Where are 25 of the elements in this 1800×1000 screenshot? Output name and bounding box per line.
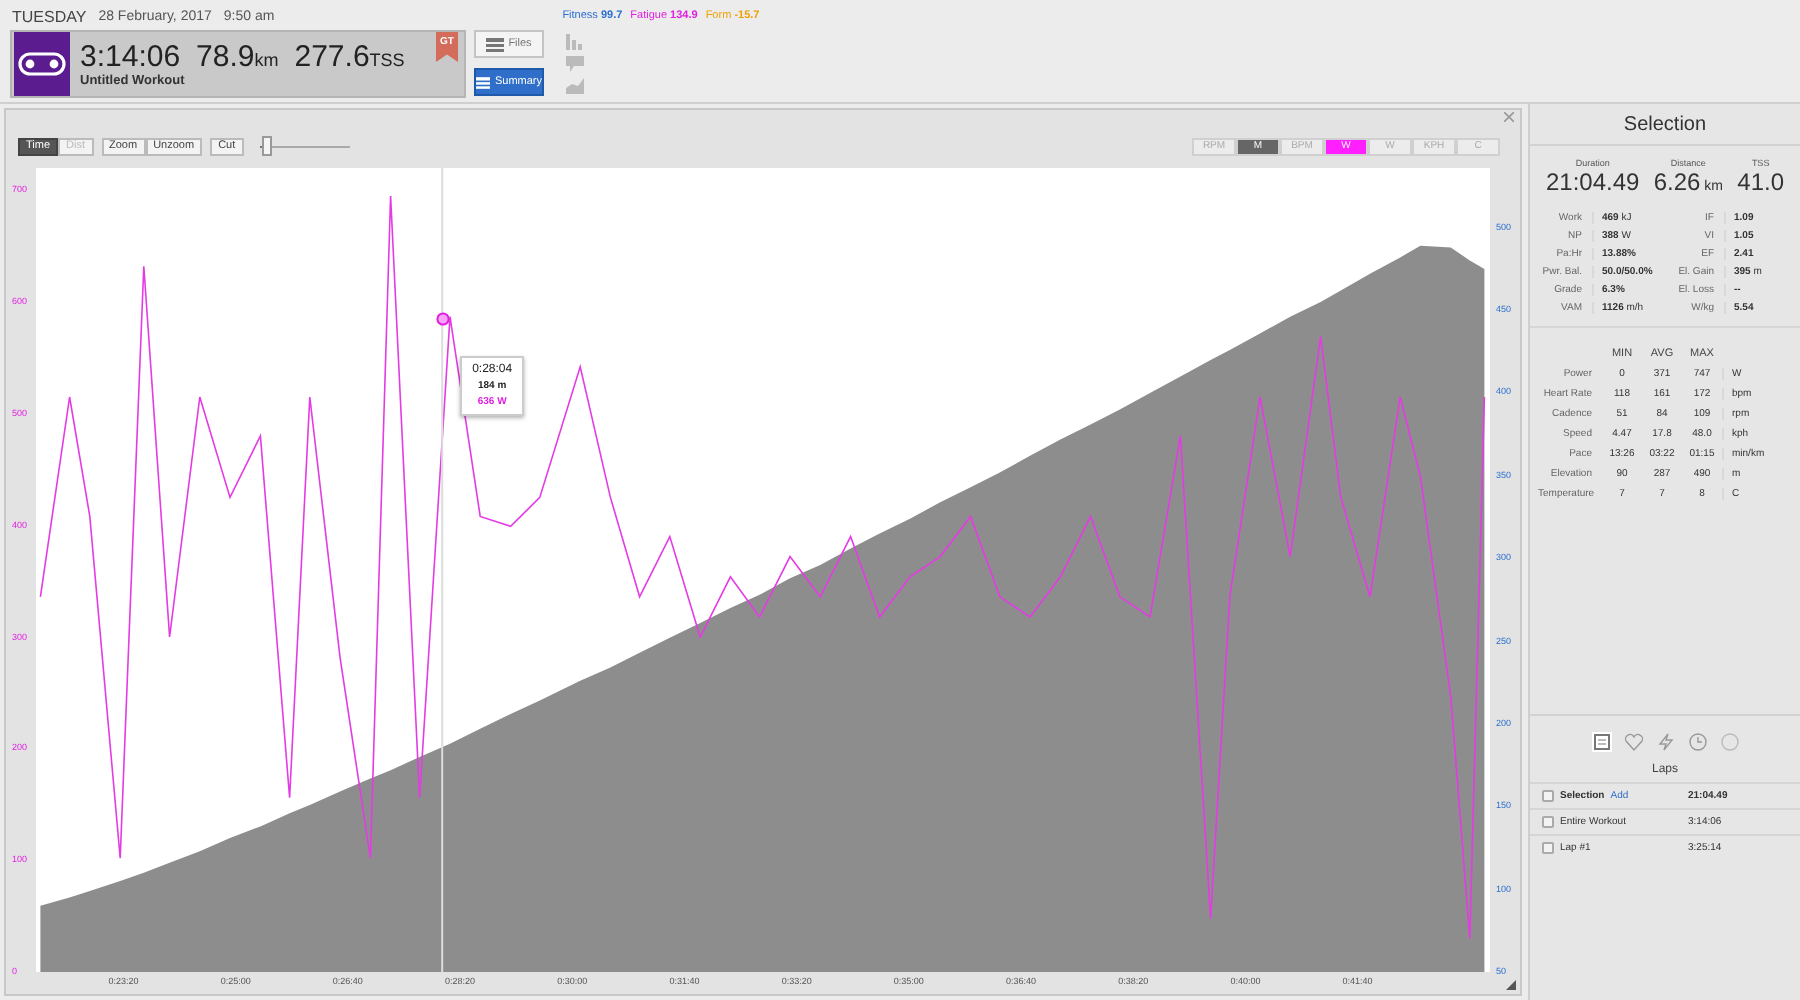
laps-tab-icon[interactable] (1591, 732, 1611, 752)
resize-grip-icon[interactable] (1506, 980, 1516, 990)
close-icon[interactable] (1504, 112, 1514, 122)
cursor-marker-icon (435, 312, 450, 326)
summary-value: 41.0 (1737, 168, 1784, 196)
distance-value: 78.9km (196, 40, 279, 74)
list-icon (486, 37, 505, 51)
summary-value: 21:04.49 (1546, 168, 1640, 196)
panel-title: Selection (1530, 104, 1800, 146)
duration-value: 3:14:06 (80, 40, 181, 74)
bar-chart-icon[interactable] (566, 32, 584, 50)
circle-tab-icon[interactable] (1719, 732, 1739, 752)
lap-checkbox[interactable] (1542, 816, 1554, 828)
lap-checkbox[interactable] (1542, 790, 1554, 802)
heart-tab-icon[interactable] (1623, 732, 1643, 752)
bolt-tab-icon[interactable] (1655, 732, 1675, 752)
bike-chain-icon (14, 32, 70, 96)
comment-icon[interactable] (566, 56, 584, 72)
slider-thumb[interactable] (262, 136, 273, 156)
weekday-label: TUESDAY (12, 7, 87, 25)
tss-value: 277.6TSS (294, 40, 405, 74)
graph-icon[interactable] (566, 78, 584, 94)
list-icon (476, 75, 491, 89)
lap-checkbox[interactable] (1542, 842, 1554, 854)
clock-tab-icon[interactable] (1687, 732, 1707, 752)
